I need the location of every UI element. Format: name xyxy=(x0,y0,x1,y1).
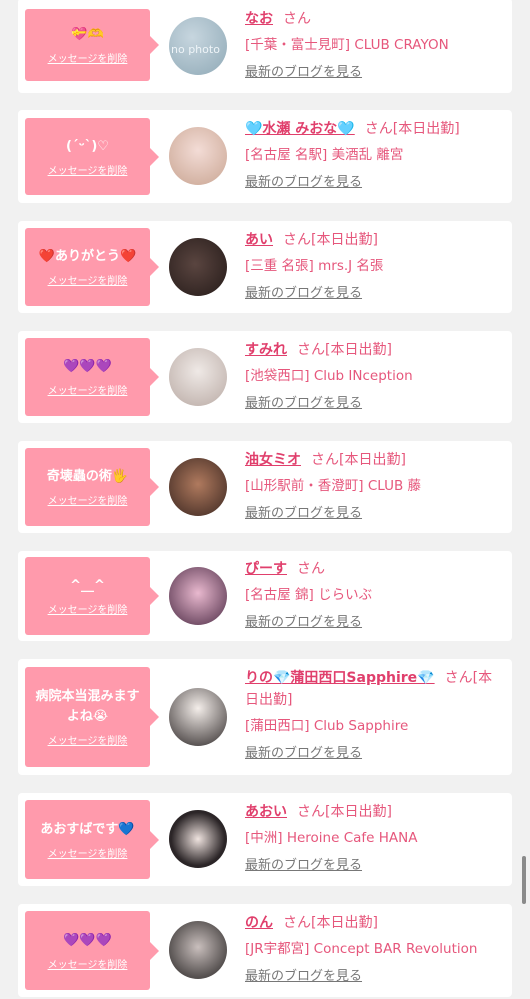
profile-info: あい さん[本日出勤] [三重 名張] mrs.J 名張 最新のブログを見る xyxy=(245,229,500,303)
message-text: ^__^ xyxy=(70,578,105,593)
shop-label: [名古屋 名駅] 美酒乱 離宮 xyxy=(245,147,404,163)
profile-name-link[interactable]: のん xyxy=(245,915,273,931)
profile-name-link[interactable]: あおい xyxy=(245,804,287,820)
shop-label: [名古屋 錦] じらいぶ xyxy=(245,587,373,603)
honorific: さん xyxy=(311,452,339,468)
delete-message-link[interactable]: メッセージを削除 xyxy=(48,272,128,287)
delete-message-link[interactable]: メッセージを削除 xyxy=(48,162,128,177)
shop-label: [三重 名張] mrs.J 名張 xyxy=(245,258,384,274)
honorific: さん xyxy=(283,232,311,248)
profile-info: なお さん [千葉・富士見町] CLUB CRAYON 最新のブログを見る xyxy=(245,8,500,82)
delete-message-link[interactable]: メッセージを削除 xyxy=(48,732,128,747)
message-text: 💝🫶 xyxy=(71,27,104,42)
avatar[interactable] xyxy=(169,348,227,406)
profile-info: あおい さん[本日出勤] [中洲] Heroine Cafe HANA 最新のブロ… xyxy=(245,801,500,875)
shop-label: [山形駅前・香澄町] CLUB 藤 xyxy=(245,478,422,494)
delete-message-link[interactable]: メッセージを削除 xyxy=(48,50,128,65)
profile-info: 🩵水瀬 みおな🩵 さん[本日出勤] [名古屋 名駅] 美酒乱 離宮 最新のブログを… xyxy=(245,118,500,192)
honorific: さん xyxy=(297,342,325,358)
avatar[interactable] xyxy=(169,688,227,746)
message-card: 💝🫶 メッセージを削除 no photo なお さん [千葉・富士見町] CLUB… xyxy=(18,0,512,93)
shop-label: [千葉・富士見町] CLUB CRAYON xyxy=(245,37,449,53)
message-bubble: 💝🫶 メッセージを削除 xyxy=(25,9,159,81)
message-bubble: 病院本当混みます よね😭 メッセージを削除 xyxy=(25,667,159,767)
profile-name-link[interactable]: なお xyxy=(245,11,273,27)
status-label: [本日出勤] xyxy=(311,915,378,931)
message-bubble: 💜💜💜 メッセージを削除 xyxy=(25,911,159,990)
avatar[interactable] xyxy=(169,127,227,185)
delete-message-link[interactable]: メッセージを削除 xyxy=(48,382,128,397)
message-card: 💜💜💜 メッセージを削除 のん さん[本日出勤] [JR宇都宮] Concept … xyxy=(18,904,512,997)
avatar[interactable] xyxy=(169,921,227,979)
message-bubble: ❤️ありがとう❤️ メッセージを削除 xyxy=(25,228,159,306)
latest-blog-link[interactable]: 最新のブログを見る xyxy=(245,174,362,192)
status-label: [本日出勤] xyxy=(325,804,392,820)
message-bubble: (´ᵕ`)♡ メッセージを削除 xyxy=(25,118,159,195)
honorific: さん xyxy=(283,11,311,27)
honorific: さん xyxy=(364,121,393,137)
message-card: (´ᵕ`)♡ メッセージを削除 🩵水瀬 みおな🩵 さん[本日出勤] [名古屋 名駅… xyxy=(18,110,512,203)
latest-blog-link[interactable]: 最新のブログを見る xyxy=(245,745,362,763)
message-bubble: 💜💜💜 メッセージを削除 xyxy=(25,338,159,416)
profile-info: すみれ さん[本日出勤] [池袋西口] Club INception 最新のブログ… xyxy=(245,339,500,413)
delete-message-link[interactable]: メッセージを削除 xyxy=(48,601,128,616)
message-bubble: ^__^ メッセージを削除 xyxy=(25,557,159,635)
message-text: ❤️ありがとう❤️ xyxy=(38,249,137,264)
no-photo-label: no photo xyxy=(171,43,220,56)
message-bubble: あおすばです💙 メッセージを削除 xyxy=(25,800,159,879)
latest-blog-link[interactable]: 最新のブログを見る xyxy=(245,395,362,413)
profile-name-link[interactable]: りの💎蒲田西口Sapphire💎 xyxy=(245,670,435,686)
delete-message-link[interactable]: メッセージを削除 xyxy=(48,956,128,971)
message-card: ❤️ありがとう❤️ メッセージを削除 あい さん[本日出勤] [三重 名張] mr… xyxy=(18,221,512,313)
profile-name-link[interactable]: 🩵水瀬 みおな🩵 xyxy=(245,121,355,137)
profile-info: 油女ミオ さん[本日出勤] [山形駅前・香澄町] CLUB 藤 最新のブログを見る xyxy=(245,449,500,523)
avatar[interactable] xyxy=(169,810,227,868)
honorific: さん xyxy=(297,804,325,820)
shop-label: [蒲田西口] Club Sapphire xyxy=(245,718,409,734)
status-label: [本日出勤] xyxy=(392,121,460,137)
latest-blog-link[interactable]: 最新のブログを見る xyxy=(245,285,362,303)
scrollbar[interactable] xyxy=(522,856,526,904)
message-text: 奇壊蟲の術🖐️ xyxy=(46,469,129,484)
shop-label: [中洲] Heroine Cafe HANA xyxy=(245,830,418,846)
message-text: 病院本当混みます よね😭 xyxy=(35,689,140,724)
profile-info: のん さん[本日出勤] [JR宇都宮] Concept BAR Revolutio… xyxy=(245,912,500,986)
status-label: [本日出勤] xyxy=(325,342,392,358)
latest-blog-link[interactable]: 最新のブログを見る xyxy=(245,614,362,632)
profile-name-link[interactable]: すみれ xyxy=(245,342,287,358)
latest-blog-link[interactable]: 最新のブログを見る xyxy=(245,505,362,523)
shop-label: [JR宇都宮] Concept BAR Revolution xyxy=(245,941,478,957)
avatar[interactable]: no photo xyxy=(169,17,227,75)
delete-message-link[interactable]: メッセージを削除 xyxy=(48,845,128,860)
status-label: [本日出勤] xyxy=(311,232,378,248)
profile-info: りの💎蒲田西口Sapphire💎 さん[本日出勤] [蒲田西口] Club Sap… xyxy=(245,667,500,763)
profile-info: ぴーす さん [名古屋 錦] じらいぶ 最新のブログを見る xyxy=(245,558,500,632)
latest-blog-link[interactable]: 最新のブログを見る xyxy=(245,857,362,875)
message-card: 💜💜💜 メッセージを削除 すみれ さん[本日出勤] [池袋西口] Club INc… xyxy=(18,331,512,423)
honorific: さん xyxy=(444,670,473,686)
honorific: さん xyxy=(297,561,325,577)
message-card: 奇壊蟲の術🖐️ メッセージを削除 油女ミオ さん[本日出勤] [山形駅前・香澄町]… xyxy=(18,441,512,533)
honorific: さん xyxy=(283,915,311,931)
profile-name-link[interactable]: ぴーす xyxy=(245,561,287,577)
message-card: 病院本当混みます よね😭 メッセージを削除 りの💎蒲田西口Sapphire💎 さん… xyxy=(18,659,512,775)
shop-label: [池袋西口] Club INception xyxy=(245,368,413,384)
message-card: ^__^ メッセージを削除 ぴーす さん [名古屋 錦] じらいぶ 最新のブログを… xyxy=(18,551,512,641)
message-text: (´ᵕ`)♡ xyxy=(66,138,109,154)
message-card: あおすばです💙 メッセージを削除 あおい さん[本日出勤] [中洲] Heroin… xyxy=(18,793,512,886)
avatar[interactable] xyxy=(169,458,227,516)
avatar[interactable] xyxy=(169,238,227,296)
message-text: 💜💜💜 xyxy=(63,932,112,948)
avatar[interactable] xyxy=(169,567,227,625)
latest-blog-link[interactable]: 最新のブログを見る xyxy=(245,64,362,82)
message-text: あおすばです💙 xyxy=(40,821,135,837)
delete-message-link[interactable]: メッセージを削除 xyxy=(48,492,128,507)
message-bubble: 奇壊蟲の術🖐️ メッセージを削除 xyxy=(25,448,159,526)
profile-name-link[interactable]: 油女ミオ xyxy=(245,452,301,468)
status-label: [本日出勤] xyxy=(339,452,406,468)
latest-blog-link[interactable]: 最新のブログを見る xyxy=(245,968,362,986)
message-text: 💜💜💜 xyxy=(63,359,112,374)
profile-name-link[interactable]: あい xyxy=(245,232,273,248)
